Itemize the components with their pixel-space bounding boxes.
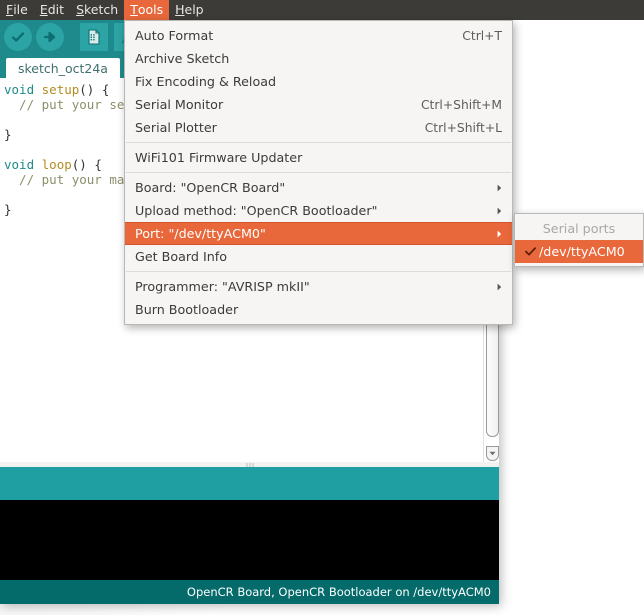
menu-item-shortcut: Ctrl+Shift+L	[424, 120, 502, 135]
menubar-label-rest: ools	[137, 2, 164, 17]
submenu-arrow-icon	[477, 283, 502, 291]
menu-item-label: Port: "/dev/ttyACM0"	[135, 226, 266, 241]
menu-item-2[interactable]: Fix Encoding & Reload	[125, 70, 512, 93]
code-token-kw: void	[4, 82, 42, 97]
code-token-pl: }	[4, 202, 12, 217]
menu-separator	[126, 271, 511, 272]
menu-item-8[interactable]: Port: "/dev/ttyACM0"	[125, 222, 512, 245]
submenu-arrow-icon	[477, 184, 502, 192]
menu-separator	[126, 142, 511, 143]
code-token-fn: loop	[41, 157, 72, 172]
menu-item-5[interactable]: WiFi101 Firmware Updater	[125, 146, 512, 169]
menu-separator	[126, 172, 511, 173]
menubar-item-edit[interactable]: Edit	[34, 0, 70, 20]
menu-item-label: Programmer: "AVRISP mkII"	[135, 279, 310, 294]
menu-item-4[interactable]: Serial Plotter Ctrl+Shift+L	[125, 116, 512, 139]
new-icon[interactable]	[80, 23, 108, 51]
menu-item-label: Board: "OpenCR Board"	[135, 180, 286, 195]
menu-item-3[interactable]: Serial Monitor Ctrl+Shift+M	[125, 93, 512, 116]
verify-icon[interactable]	[4, 23, 32, 51]
menu-item-label: Serial Plotter	[135, 120, 217, 135]
code-line: }	[4, 127, 132, 142]
submenu-item-port-0[interactable]: /dev/ttyACM0	[515, 240, 643, 263]
menubar-mnemonic: E	[39, 2, 48, 17]
code-token-pl: () {	[71, 157, 102, 172]
menubar-label-rest: ile	[13, 2, 28, 17]
check-icon	[523, 247, 537, 256]
menu-item-11[interactable]: Burn Bootloader	[125, 298, 512, 321]
menu-item-label: WiFi101 Firmware Updater	[135, 150, 303, 165]
menu-item-label: Auto Format	[135, 28, 214, 43]
menubar-item-help[interactable]: Help	[169, 0, 210, 20]
menu-item-label: Fix Encoding & Reload	[135, 74, 277, 89]
menu-item-shortcut: Ctrl+Shift+M	[420, 97, 502, 112]
code-line: void loop() {	[4, 157, 132, 172]
menubar-label-rest: dit	[47, 2, 65, 17]
submenu-item-label: /dev/ttyACM0	[539, 244, 625, 259]
code-line: // put your mai	[4, 172, 132, 187]
menubar-mnemonic: S	[76, 2, 84, 17]
code-content: void setup() { // put your set } void lo…	[4, 82, 132, 217]
status-bar: OpenCR Board, OpenCR Bootloader on /dev/…	[0, 580, 499, 604]
menu-item-label: Serial Monitor	[135, 97, 224, 112]
menubar-label-rest: elp	[184, 2, 204, 17]
code-token-kw: void	[4, 157, 42, 172]
tools-dropdown-menu: Auto Format Ctrl+T Archive Sketch Fix Encod…	[124, 20, 513, 325]
code-line: void setup() {	[4, 82, 132, 97]
menu-item-label: Upload method: "OpenCR Bootloader"	[135, 203, 378, 218]
code-token-fn: setup	[41, 82, 80, 97]
menu-bar: File Edit Sketch Tools Help	[0, 0, 644, 20]
screenshot-root: sketch_oct24a void setup() { // put your…	[0, 0, 644, 615]
menu-item-10[interactable]: Programmer: "AVRISP mkII"	[125, 275, 512, 298]
menubar-item-sketch[interactable]: Sketch	[70, 0, 124, 20]
progress-status-strip	[0, 467, 499, 500]
menubar-mnemonic: F	[6, 2, 14, 17]
tab-sketch[interactable]: sketch_oct24a	[6, 58, 120, 78]
code-line: }	[4, 202, 132, 217]
code-token-cm: // put your mai	[4, 172, 132, 187]
menubar-mnemonic: H	[175, 2, 185, 17]
menu-item-7[interactable]: Upload method: "OpenCR Bootloader"	[125, 199, 512, 222]
submenu-arrow-icon	[477, 207, 502, 215]
menu-item-9[interactable]: Get Board Info	[125, 245, 512, 268]
code-token-pl: () {	[79, 82, 110, 97]
menubar-label-rest: ketch	[84, 2, 119, 17]
menu-item-label: Archive Sketch	[135, 51, 230, 66]
menu-item-label: Burn Bootloader	[135, 302, 239, 317]
menubar-mnemonic: T	[130, 2, 138, 17]
console-output[interactable]	[0, 500, 499, 580]
code-line: // put your set	[4, 97, 132, 112]
menu-item-6[interactable]: Board: "OpenCR Board"	[125, 176, 512, 199]
scroll-down-arrow-icon[interactable]	[486, 446, 499, 461]
port-submenu: Serial ports/dev/ttyACM0	[514, 213, 644, 267]
code-token-pl: }	[4, 127, 12, 142]
menu-item-shortcut: Ctrl+T	[462, 28, 502, 43]
submenu-header: Serial ports	[542, 221, 616, 236]
menubar-item-tools[interactable]: Tools	[124, 0, 170, 20]
submenu-arrow-icon	[477, 230, 502, 238]
code-token-cm: // put your set	[4, 97, 132, 112]
menu-item-1[interactable]: Archive Sketch	[125, 47, 512, 70]
menu-item-label: Get Board Info	[135, 249, 227, 264]
upload-icon[interactable]	[36, 23, 64, 51]
menu-item-0[interactable]: Auto Format Ctrl+T	[125, 24, 512, 47]
menubar-item-file[interactable]: File	[0, 0, 34, 20]
